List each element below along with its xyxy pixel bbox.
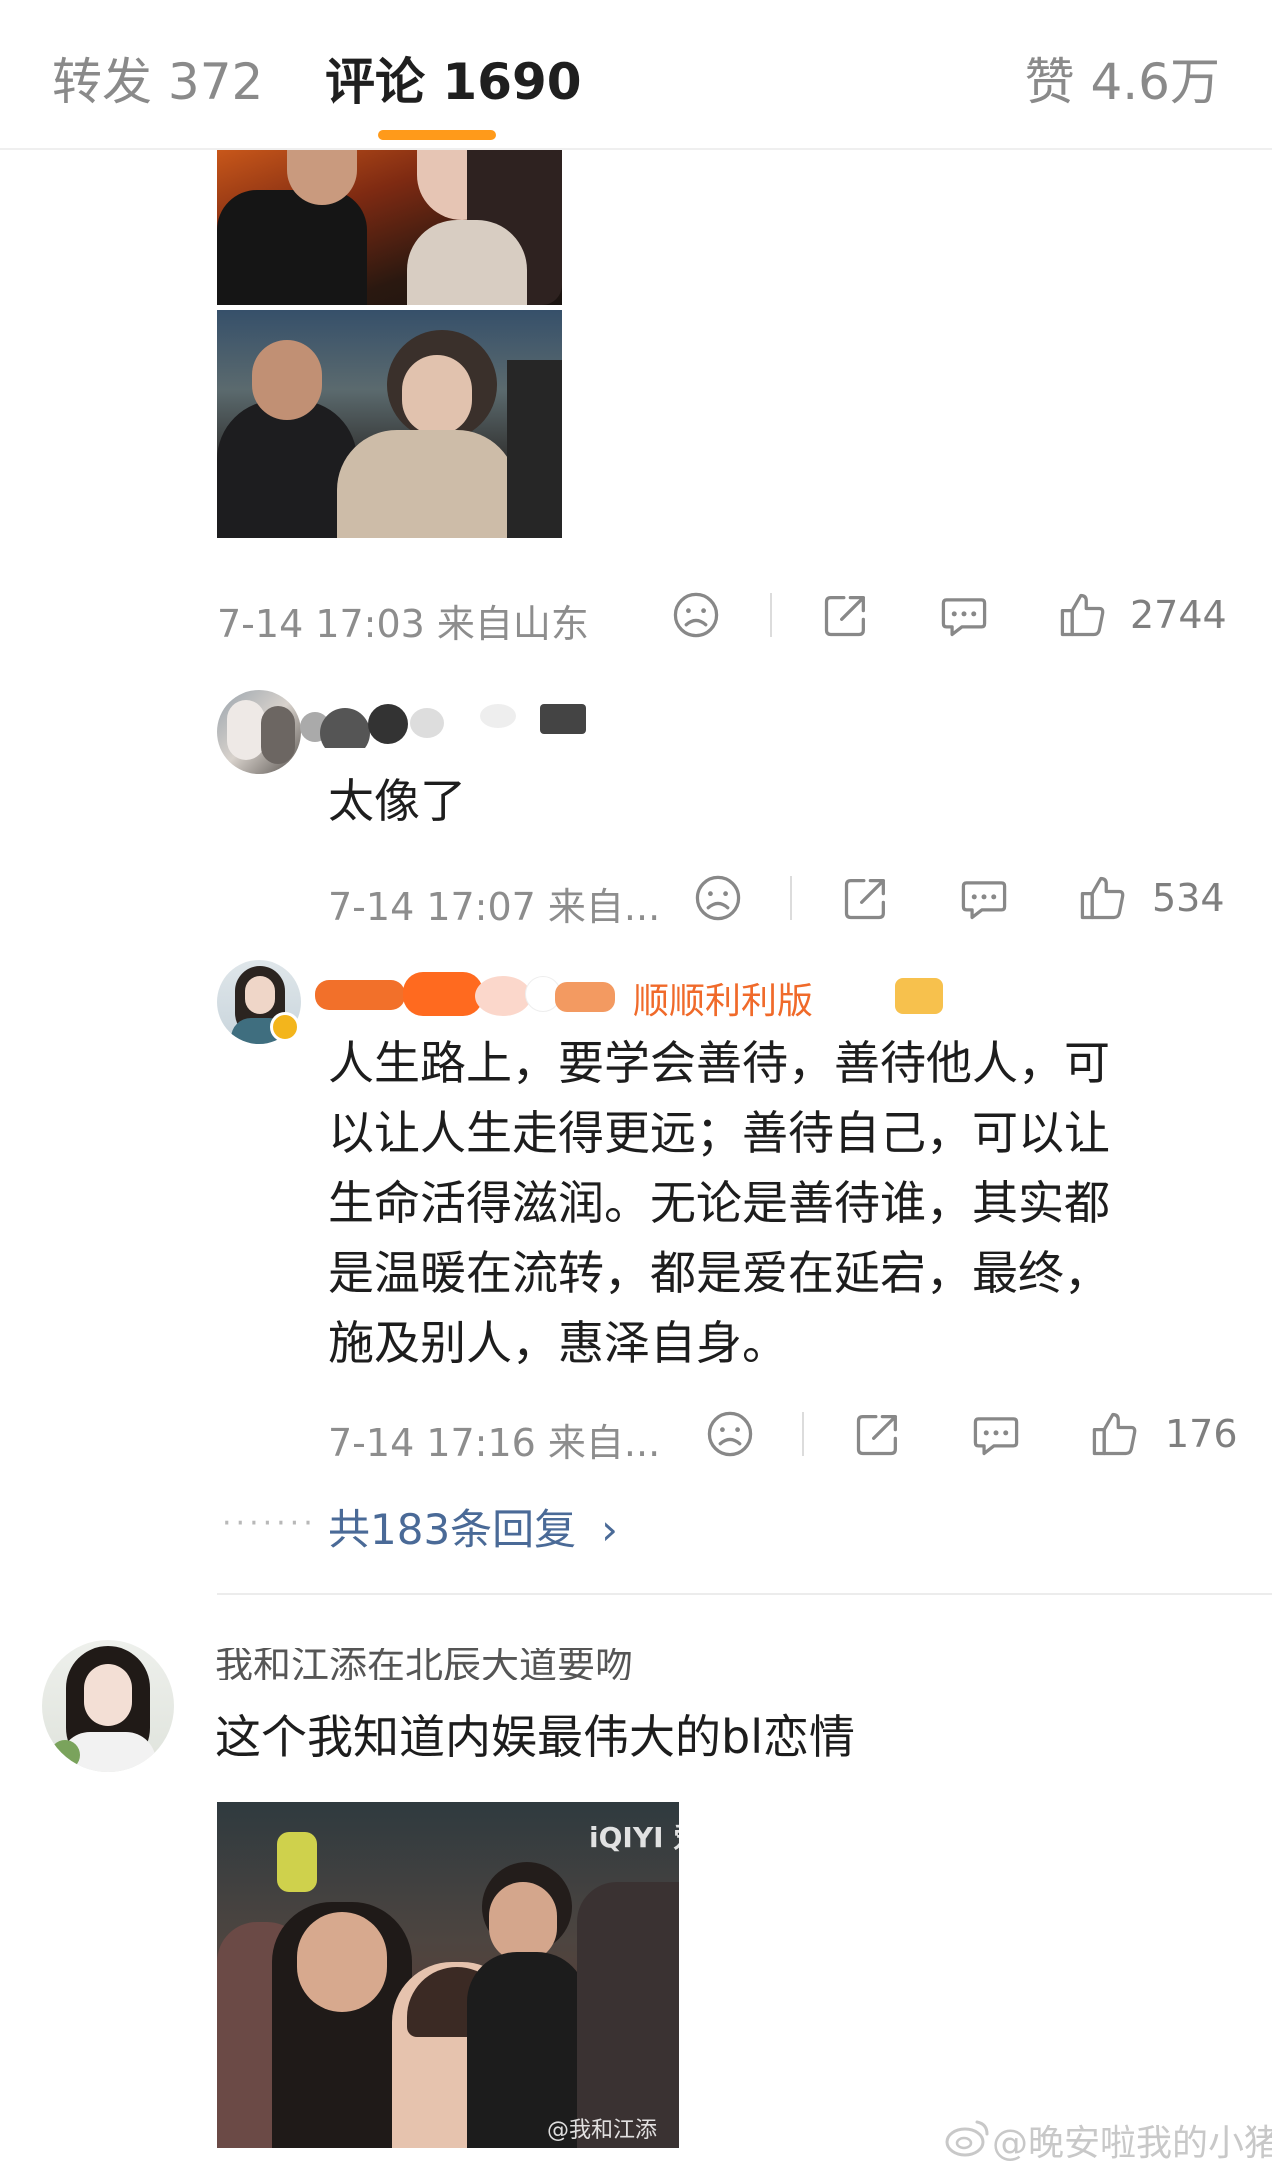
reply-text-line: 生命活得滋润。无论是善待谁，其实都 bbox=[328, 1176, 1110, 1230]
thumbs-up-icon[interactable] bbox=[1089, 1408, 1141, 1460]
weibo-logo-icon bbox=[945, 2118, 991, 2158]
watermark: @晚安啦我的小猪 bbox=[992, 2123, 1272, 2164]
sad-face-icon[interactable] bbox=[670, 589, 722, 641]
reply-meta-row: 7-14 17:07 来自... 534 bbox=[0, 868, 1272, 929]
user-name-redacted[interactable]: 顺顺利利版 bbox=[315, 972, 955, 1018]
reply-text-line: 人生路上，要学会善待，善待他人，可 bbox=[328, 1036, 1110, 1090]
thumbs-up-icon[interactable] bbox=[1077, 872, 1129, 924]
post-image-bottom[interactable] bbox=[217, 310, 562, 538]
avatar[interactable] bbox=[42, 1640, 174, 1772]
comment-image[interactable]: iQIYI 爱奇 @我和江添 bbox=[217, 1802, 679, 2148]
image-bottom-label: @我和江添 bbox=[547, 2118, 658, 2143]
meta-divider bbox=[790, 876, 792, 920]
comment-icon[interactable] bbox=[970, 1408, 1022, 1460]
user-name-redacted[interactable] bbox=[300, 704, 590, 748]
reply-like-count: 534 bbox=[1152, 876, 1225, 920]
more-replies-link[interactable]: 共183条回复 › bbox=[328, 1496, 630, 1557]
share-icon[interactable] bbox=[820, 589, 872, 641]
tab-comments[interactable]: 评论 1690 bbox=[325, 42, 582, 114]
post-like-count: 2744 bbox=[1130, 593, 1227, 637]
reply-time-location: 7-14 17:16 来自... bbox=[328, 1421, 661, 1465]
post-image-top[interactable] bbox=[217, 150, 562, 305]
thumbs-up-icon[interactable] bbox=[1057, 589, 1109, 641]
share-icon[interactable] bbox=[852, 1408, 904, 1460]
meta-divider bbox=[802, 1412, 804, 1456]
post-meta-row: 7-14 17:03 来自山东 2744 bbox=[0, 585, 1272, 646]
verified-badge-icon bbox=[270, 1012, 300, 1042]
reply-text: 太像了 bbox=[328, 774, 466, 828]
tab-bar: 转发 372 评论 1690 赞 4.6万 bbox=[0, 0, 1272, 150]
comment-page: 转发 372 评论 1690 赞 4.6万 7-14 17:03 来自山东 27… bbox=[0, 0, 1272, 2172]
tab-likes[interactable]: 赞 4.6万 bbox=[1025, 42, 1220, 114]
reply-text-line: 以让人生走得更远；善待自己，可以让 bbox=[328, 1106, 1110, 1160]
sad-face-icon[interactable] bbox=[704, 1408, 756, 1460]
user-name-visible: 顺顺利利版 bbox=[633, 981, 814, 1018]
tab-repost[interactable]: 转发 372 bbox=[52, 42, 263, 114]
reply-time-location: 7-14 17:07 来自... bbox=[328, 885, 661, 929]
reply-thread-dots: ······· bbox=[222, 1506, 317, 1541]
reply-meta-row: 7-14 17:16 来自... 176 bbox=[0, 1404, 1272, 1465]
chevron-right-icon: › bbox=[601, 1505, 618, 1554]
comment-text: 这个我知道内娱最伟大的bl恋情 bbox=[215, 1710, 855, 1764]
reply-text: 人生路上，要学会善待，善待他人，可 以让人生走得更远；善待自己，可以让 生命活得… bbox=[328, 1028, 1238, 1378]
comment-icon[interactable] bbox=[938, 589, 990, 641]
reply-like-count: 176 bbox=[1165, 1412, 1238, 1456]
image-top-label: iQIYI 爱奇 bbox=[589, 1821, 679, 1854]
active-tab-indicator bbox=[378, 130, 496, 140]
meta-divider bbox=[770, 593, 772, 637]
more-replies-label: 共183条回复 bbox=[328, 1505, 577, 1554]
user-name-partial[interactable]: 我和江添在北辰大道要吻 bbox=[215, 1648, 633, 1680]
post-time-location: 7-14 17:03 来自山东 bbox=[217, 602, 589, 646]
reply-text-line: 是温暖在流转，都是爱在延宕，最终， bbox=[328, 1246, 1110, 1300]
share-icon[interactable] bbox=[840, 872, 892, 924]
reply-text-line: 施及别人，惠泽自身。 bbox=[328, 1316, 788, 1370]
comment-icon[interactable] bbox=[958, 872, 1010, 924]
avatar[interactable] bbox=[217, 690, 301, 774]
comment-separator bbox=[217, 1593, 1272, 1595]
sad-face-icon[interactable] bbox=[692, 872, 744, 924]
